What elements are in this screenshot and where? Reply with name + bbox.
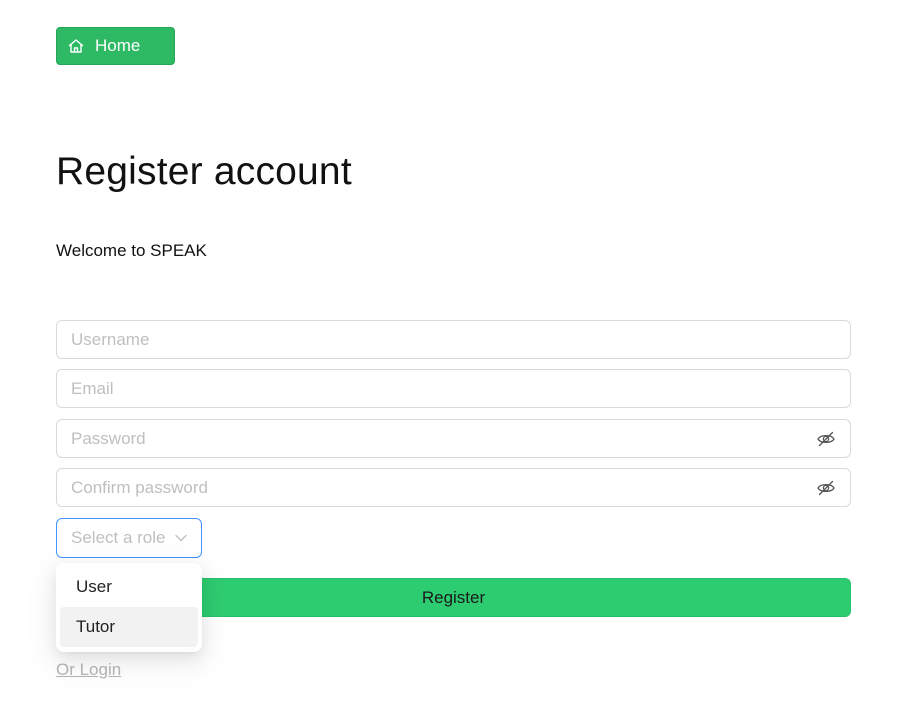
role-select-placeholder: Select a role (71, 528, 166, 547)
register-page: Home Register account Welcome to SPEAK U… (0, 0, 921, 717)
home-button-label: Home (95, 36, 141, 55)
eye-invisible-icon[interactable] (816, 478, 836, 498)
password-input[interactable] (57, 420, 816, 457)
eye-invisible-icon[interactable] (816, 429, 836, 449)
role-option-user[interactable]: User (60, 567, 198, 607)
chevron-down-icon (174, 531, 188, 545)
page-title: Register account (56, 150, 352, 193)
register-button-label: Register (421, 587, 486, 607)
login-link[interactable]: Or Login (56, 660, 121, 680)
username-input[interactable] (57, 321, 850, 358)
page-subtitle: Welcome to SPEAK (56, 241, 207, 260)
role-dropdown-menu: User Tutor (56, 563, 202, 652)
home-button[interactable]: Home (56, 27, 175, 65)
email-input[interactable] (57, 370, 850, 407)
role-select[interactable]: Select a role (56, 518, 202, 558)
home-icon (67, 37, 85, 55)
password-field (56, 419, 851, 458)
confirm-password-field (56, 468, 851, 507)
confirm-password-input[interactable] (57, 469, 816, 506)
username-field (56, 320, 851, 359)
email-field (56, 369, 851, 408)
role-option-tutor[interactable]: Tutor (60, 607, 198, 647)
